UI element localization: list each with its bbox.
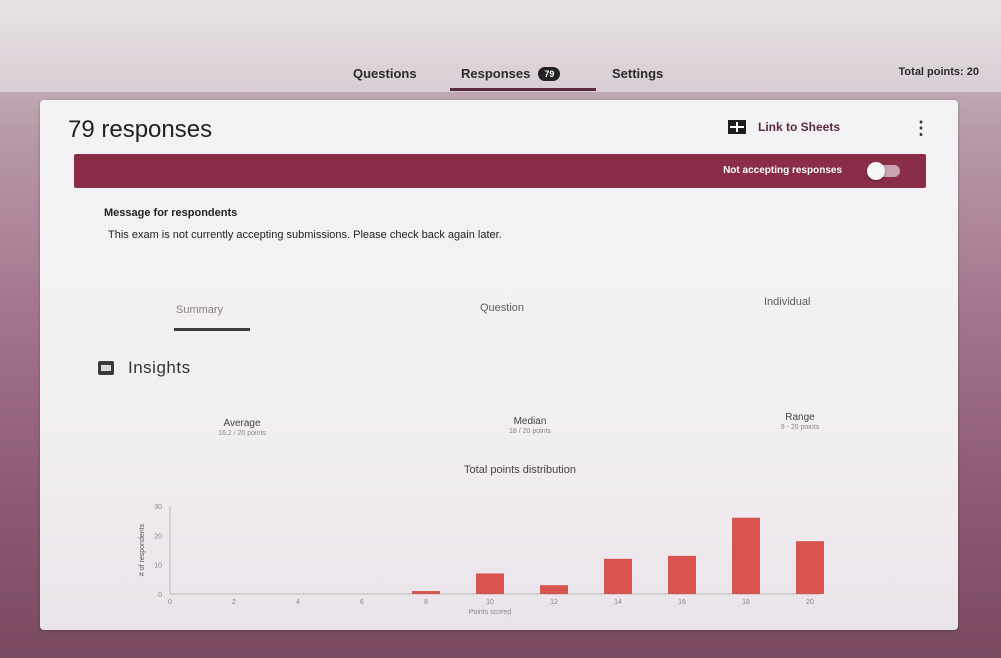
tab-question[interactable]: Question (480, 302, 524, 314)
message-title: Message for respondents (104, 207, 238, 219)
x-tick-label: 6 (360, 599, 364, 606)
tab-responses-label: Responses (461, 66, 531, 81)
x-tick-label: 2 (232, 599, 236, 606)
x-tick-label: 10 (486, 599, 494, 606)
stat-range-title: Range (785, 412, 815, 423)
active-tab-indicator (450, 88, 596, 91)
y-axis-label: # of respondents (139, 523, 146, 576)
stat-average-value: 16.2 / 20 points (218, 430, 266, 437)
stat-median-title: Median (513, 416, 547, 427)
x-tick-label: 4 (296, 599, 300, 606)
x-tick-label: 14 (614, 599, 622, 606)
more-options-icon[interactable]: ⋮ (912, 118, 930, 139)
x-tick-label: 8 (424, 599, 428, 606)
responses-count-badge: 79 (538, 67, 561, 81)
bar (668, 555, 696, 594)
tab-responses[interactable]: Responses 79 (461, 66, 561, 81)
x-axis-label: Points scored (469, 609, 512, 616)
insights-header: Insights (98, 358, 191, 378)
link-to-sheets-label: Link to Sheets (758, 120, 841, 134)
bar (412, 591, 440, 594)
insights-label: Insights (128, 358, 191, 377)
link-to-sheets-button[interactable]: Link to Sheets (728, 120, 840, 134)
stat-median-value: 18 / 20 points (508, 428, 552, 435)
stat-average-title: Average (223, 418, 261, 429)
insights-icon (98, 361, 114, 375)
tab-individual[interactable]: Individual (764, 296, 810, 308)
tab-settings[interactable]: Settings (612, 66, 663, 81)
tab-questions[interactable]: Questions (353, 66, 417, 81)
message-text[interactable]: This exam is not currently accepting sub… (108, 229, 502, 241)
y-tick-label: 30 (154, 504, 162, 511)
bar (604, 558, 632, 594)
points-distribution-chart: 0 10 20 30 0 2 4 6 8 10 12 14 16 18 20 # of respondents… (139, 504, 824, 616)
x-tick-label: 12 (550, 599, 558, 606)
bar (476, 573, 504, 594)
sheets-icon (728, 120, 746, 134)
responses-title: 79 responses (68, 116, 213, 143)
x-tick-label: 16 (678, 599, 686, 606)
stat-range: Range 9 - 20 points (730, 412, 870, 431)
stat-average: Average 16.2 / 20 points (172, 418, 312, 437)
x-tick-label: 0 (168, 599, 172, 606)
accepting-responses-toggle[interactable] (867, 162, 900, 180)
y-tick-label: 10 (154, 563, 162, 570)
total-points: Total points: 20 (898, 66, 979, 78)
x-tick-label: 20 (806, 599, 814, 606)
stat-range-value: 9 - 20 points (780, 424, 820, 431)
toggle-knob (867, 162, 885, 180)
bar (732, 517, 760, 594)
summary-tab-indicator (174, 328, 250, 331)
y-tick-label: 0 (158, 592, 162, 599)
chart-title: Total points distribution (464, 464, 576, 476)
bar (540, 585, 568, 594)
x-tick-label: 18 (742, 599, 750, 606)
stat-median: Median 18 / 20 points (460, 416, 600, 435)
accepting-responses-label: Not accepting responses (723, 165, 842, 176)
bar (796, 541, 824, 594)
accepting-responses-banner: Not accepting responses (74, 154, 926, 188)
y-tick-label: 20 (154, 533, 162, 540)
tab-summary[interactable]: Summary (176, 304, 223, 316)
responses-card: 79 responses Link to Sheets ⋮ Not accept… (40, 100, 958, 630)
